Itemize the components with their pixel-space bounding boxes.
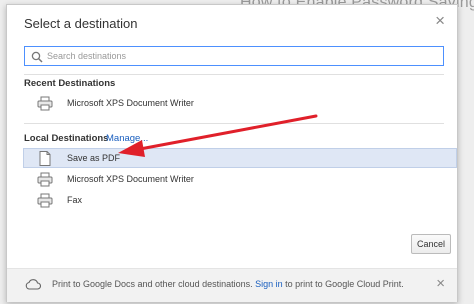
document-icon: [39, 151, 51, 166]
cancel-button[interactable]: Cancel: [411, 234, 451, 254]
destination-dialog: Select a destination × Recent Destinatio…: [6, 4, 458, 302]
close-icon[interactable]: ×: [435, 11, 445, 31]
local-item-fax[interactable]: Fax: [24, 191, 457, 211]
background-sidebar-text: [456, 52, 474, 302]
footer-close-icon[interactable]: ×: [436, 275, 445, 292]
local-destinations-heading: Local Destinations: [24, 133, 109, 144]
cloud-print-footer: Print to Google Docs and other cloud des…: [7, 268, 457, 302]
printer-icon: [37, 193, 53, 208]
footer-text: Print to Google Docs and other cloud des…: [52, 279, 404, 289]
destination-label: Microsoft XPS Document Writer: [67, 174, 194, 184]
destination-label: Fax: [67, 195, 83, 205]
printer-icon: [37, 96, 53, 111]
destination-label: Save as PDF: [67, 153, 121, 163]
recent-destinations-heading: Recent Destinations: [24, 78, 116, 89]
recent-item-xps-writer[interactable]: Microsoft XPS Document Writer: [24, 94, 457, 114]
local-item-save-as-pdf[interactable]: Save as PDF: [23, 148, 457, 168]
manage-link[interactable]: Manage...: [106, 133, 148, 144]
dialog-title: Select a destination: [24, 16, 138, 31]
destination-label: Microsoft XPS Document Writer: [67, 98, 194, 108]
search-box[interactable]: [24, 46, 444, 66]
local-item-xps-writer[interactable]: Microsoft XPS Document Writer: [24, 170, 457, 190]
footer-text-after: to print to Google Cloud Print.: [282, 279, 404, 289]
cloud-icon: [25, 279, 41, 290]
footer-text-before: Print to Google Docs and other cloud des…: [52, 279, 256, 289]
divider: [24, 74, 444, 75]
search-input[interactable]: [47, 47, 437, 65]
search-icon: [31, 51, 43, 63]
printer-icon: [37, 172, 53, 187]
sign-in-link[interactable]: Sign in: [255, 279, 283, 289]
divider: [24, 123, 444, 124]
